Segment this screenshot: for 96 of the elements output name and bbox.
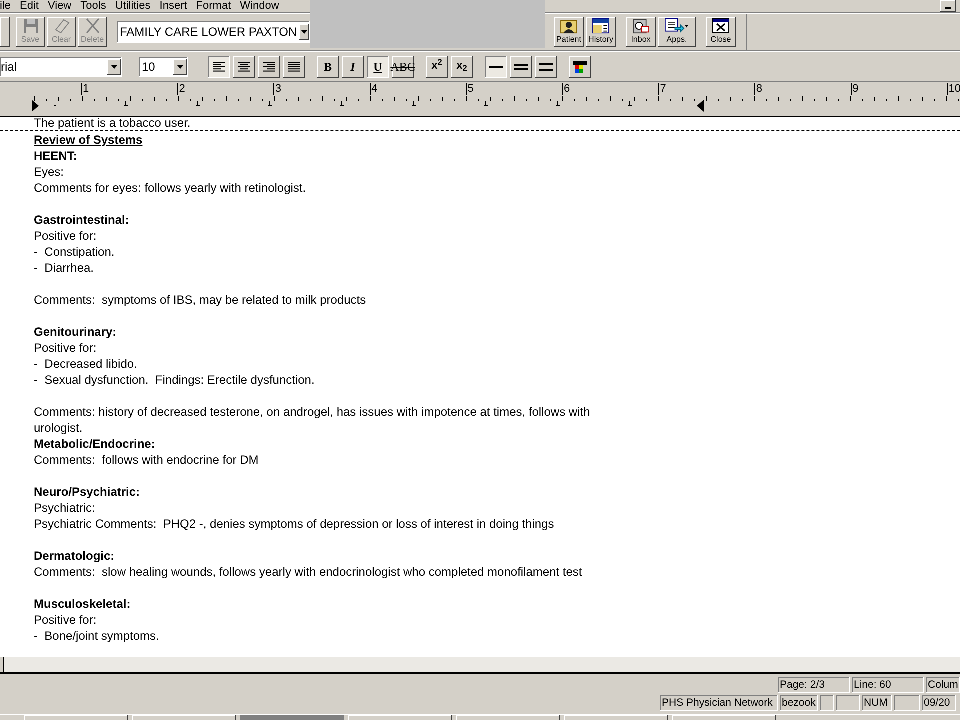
toolbar-button[interactable] bbox=[0, 17, 10, 47]
dropdown-arrow-button[interactable] bbox=[107, 58, 121, 74]
menu-item[interactable]: Edit bbox=[20, 0, 39, 12]
left-indent-marker-icon bbox=[32, 100, 39, 112]
eraser-icon bbox=[54, 18, 70, 34]
section-heading: Musculoskeletal: bbox=[34, 596, 132, 612]
down-triangle-icon bbox=[300, 30, 308, 34]
document-text: - Diarrhea. bbox=[34, 260, 96, 276]
document-text: - Decreased libido. bbox=[34, 356, 138, 372]
close-icon bbox=[712, 18, 730, 34]
dropdown-arrow-button[interactable] bbox=[173, 58, 187, 74]
bold-button[interactable]: B bbox=[317, 56, 339, 78]
document-text: Positive for: bbox=[34, 612, 98, 628]
scrollbar-thumb[interactable] bbox=[0, 657, 4, 672]
toolbar-button[interactable] bbox=[569, 56, 591, 78]
align-left-icon bbox=[211, 60, 227, 72]
ruler-number: 4 bbox=[370, 83, 378, 95]
ruler-number: 1 bbox=[81, 83, 90, 95]
ruler-number: 2 bbox=[177, 83, 186, 95]
line-spacing-icon bbox=[539, 62, 553, 70]
menu-item[interactable]: Window bbox=[240, 0, 280, 12]
section-heading: Genitourinary: bbox=[34, 324, 118, 340]
section-heading: Review of Systems bbox=[34, 132, 144, 148]
document-text: Positive for: bbox=[34, 340, 98, 356]
document-text: Comments: history of decreased testerone, on androgel, has issues with impotence at times, follows with urologist. bbox=[34, 404, 592, 436]
document-text: Comments: symptoms of IBS, may be related to milk products bbox=[34, 292, 368, 308]
down-triangle-icon bbox=[176, 64, 184, 68]
menu-item[interactable]: Insert bbox=[160, 0, 188, 12]
ruler-number: 7 bbox=[658, 83, 666, 95]
section-heading: Dermatologic: bbox=[34, 548, 116, 564]
status-panel: PHS Physician Network bbox=[660, 695, 778, 711]
menu-item[interactable]: View bbox=[48, 0, 72, 12]
menu-item[interactable]: Format bbox=[196, 0, 232, 12]
section-heading: Gastrointestinal: bbox=[34, 212, 130, 228]
inbox-clipboard-icon bbox=[631, 18, 651, 34]
status-panel: bezook bbox=[780, 695, 818, 711]
x-mark-icon bbox=[84, 18, 100, 34]
ruler-number: 9 bbox=[850, 83, 859, 95]
toolbar-button[interactable]: History bbox=[586, 17, 616, 47]
align-right-icon bbox=[261, 60, 277, 72]
list-arrow-icon bbox=[663, 18, 691, 34]
right-indent-marker-icon bbox=[697, 100, 704, 112]
document-text: - Sexual dysfunction. Findings: Erectile dysfunction. bbox=[34, 372, 316, 388]
section-heading: HEENT: bbox=[34, 148, 78, 164]
italic-button[interactable]: I bbox=[342, 56, 364, 78]
person-folder-icon bbox=[559, 18, 579, 34]
toolbar-button[interactable]: Close bbox=[706, 17, 736, 47]
status-panel: NUM bbox=[862, 695, 892, 711]
ruler-number: 5 bbox=[466, 83, 474, 95]
document-text: - Bone/joint symptoms. bbox=[34, 628, 160, 644]
script-button[interactable]: x$_{2}$ bbox=[451, 56, 473, 78]
font-dropdown[interactable]: rial bbox=[0, 56, 122, 76]
status-panel: Page: 2/3 bbox=[778, 677, 850, 693]
horizontal-scrollbar[interactable] bbox=[0, 657, 960, 674]
down-triangle-icon bbox=[110, 64, 118, 68]
line-spacing-icon bbox=[514, 64, 528, 70]
status-panel bbox=[894, 695, 920, 711]
align-justify-icon bbox=[286, 60, 302, 72]
document-text: Comments for eyes: follows yearly with retinologist. bbox=[34, 180, 308, 196]
document-text: Positive for: bbox=[34, 228, 98, 244]
align-button[interactable] bbox=[208, 56, 230, 78]
font-size-dropdown[interactable]: 10 bbox=[139, 56, 188, 76]
document-text: Comments: slow healing wounds, follows yearly with endocrinologist who completed monofilament test bbox=[34, 564, 584, 580]
document-text: Comments: follows with endocrine for DM bbox=[34, 452, 260, 468]
status-panel bbox=[820, 695, 834, 711]
line-spacing-button[interactable] bbox=[485, 56, 507, 78]
menu-item[interactable]: ile bbox=[0, 0, 12, 12]
line-spacing-icon bbox=[489, 66, 503, 68]
script-button[interactable]: x$^{2}$ bbox=[426, 56, 448, 78]
document-text: The patient is a tobacco user. bbox=[34, 117, 192, 130]
ruler-number: 8 bbox=[754, 83, 763, 95]
dropdown-arrow-button[interactable] bbox=[299, 24, 309, 40]
color-grid-icon bbox=[573, 60, 587, 72]
status-panel bbox=[836, 695, 860, 711]
align-center-icon bbox=[236, 60, 252, 72]
menu-item[interactable]: Utilities bbox=[115, 0, 151, 12]
status-panel: 09/20 bbox=[922, 695, 956, 711]
document-text: Eyes: bbox=[34, 164, 66, 180]
menu-item[interactable]: Tools bbox=[80, 0, 106, 12]
status-panel: Line: 60 bbox=[852, 677, 924, 693]
section-heading: Neuro/Psychiatric: bbox=[34, 484, 142, 500]
section-heading: Metabolic/Endocrine: bbox=[34, 436, 156, 452]
document-text: Psychiatric Comments: PHQ2 -, denies symptoms of depression or loss of interest in doing things bbox=[34, 516, 556, 532]
status-panel: Colum bbox=[926, 677, 960, 693]
toolbar-button[interactable]: Apps. bbox=[658, 17, 696, 47]
minimize-icon bbox=[945, 7, 951, 9]
document-folder-icon bbox=[591, 18, 611, 34]
toolbar-button[interactable]: Inbox bbox=[626, 17, 656, 47]
document-text: Psychiatric: bbox=[34, 500, 96, 516]
ruler-number: 3 bbox=[273, 83, 282, 95]
ruler-number: 6 bbox=[562, 83, 570, 95]
document-text: - Constipation. bbox=[34, 244, 116, 260]
location-dropdown[interactable]: FAMILY CARE LOWER PAXTON bbox=[117, 21, 310, 43]
underline-button[interactable]: U bbox=[367, 56, 389, 78]
toolbar-button[interactable]: Patient bbox=[554, 17, 584, 47]
minimize-button[interactable] bbox=[940, 0, 956, 12]
